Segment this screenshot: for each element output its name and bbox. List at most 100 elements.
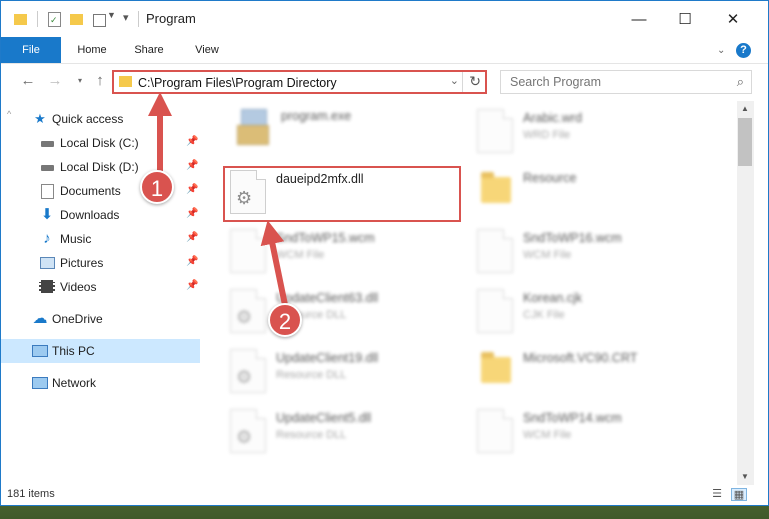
gear-icon: ⚙ — [236, 367, 253, 387]
pin-icon: 📌 — [186, 280, 199, 291]
sidebar-item-pictures[interactable]: Pictures 📌 — [1, 251, 200, 275]
gear-icon: ⚙ — [236, 307, 253, 327]
new-folder-icon[interactable] — [69, 11, 85, 27]
folder-name: Microsoft.VC90.CRT — [523, 351, 638, 365]
folder-icon — [13, 11, 29, 27]
recent-locations-icon[interactable]: ▾ — [71, 72, 89, 90]
address-text[interactable]: C:\Program Files\Program Directory — [138, 76, 337, 90]
sidebar-item-onedrive[interactable]: ☁ OneDrive — [1, 307, 200, 331]
address-divider — [462, 72, 463, 92]
details-view-icon[interactable]: ☰ — [709, 488, 725, 501]
folder-name: Resource — [523, 171, 577, 185]
search-icon[interactable]: ⌕ — [737, 74, 744, 90]
sidebar-item-this-pc[interactable]: This PC — [1, 339, 200, 363]
sidebar-item-network[interactable]: Network — [1, 371, 200, 395]
navigation-bar: ← → ▾ ↑ C:\Program Files\Program Directo… — [1, 63, 768, 101]
search-input[interactable] — [508, 74, 712, 90]
file-type: CJK File — [523, 309, 565, 321]
file-type: WCM File — [523, 429, 572, 441]
gear-icon: ⚙ — [236, 427, 253, 447]
folder-item[interactable]: Resource — [477, 169, 707, 219]
customize-icon[interactable] — [92, 11, 108, 27]
sidebar-item-label: Network — [52, 376, 97, 390]
folder-item[interactable]: Microsoft.VC90.CRT — [477, 349, 707, 399]
file-item[interactable]: ⚙ UpdateClient5.dll Resource DLL — [230, 409, 460, 459]
file-item[interactable]: Korean.cjk CJK File — [477, 289, 707, 339]
tab-view[interactable]: View — [186, 37, 228, 63]
dll-file-icon: ⚙ — [230, 409, 266, 453]
sidebar-item-music[interactable]: ♪ Music 📌 — [1, 227, 200, 251]
file-icon — [477, 229, 513, 273]
navigation-pane: ^ ★ Quick access Local Disk (C:) 📌 Local… — [1, 101, 201, 481]
properties-icon[interactable]: ✓ — [46, 11, 62, 27]
scroll-up-arrow-icon[interactable]: ▲ — [739, 103, 751, 115]
exe-icon — [237, 109, 269, 145]
cloud-icon: ☁ — [32, 310, 48, 327]
address-dropdown-icon[interactable]: ⌄ — [450, 74, 459, 87]
status-bar: 181 items ☰ ▦ — [1, 485, 768, 505]
file-name: UpdateClient63.dll — [276, 291, 379, 305]
file-list: program.exe ⚙ daueipd2mfx.dll SndToWP15.… — [201, 101, 737, 481]
file-icon — [477, 289, 513, 333]
file-item[interactable]: ⚙ UpdateClient63.dll Resource DLL — [230, 289, 460, 339]
back-arrow-icon[interactable]: ← — [19, 72, 37, 90]
sidebar-item-videos[interactable]: Videos 📌 — [1, 275, 200, 299]
scroll-thumb[interactable] — [738, 118, 752, 166]
file-item[interactable]: SndToWP14.wcm WCM File — [477, 409, 707, 459]
scroll-down-arrow-icon[interactable]: ▼ — [739, 471, 751, 483]
sidebar-item-quick-access[interactable]: ★ Quick access — [1, 107, 200, 131]
sidebar-item-label: Downloads — [60, 208, 120, 222]
pin-icon: 📌 — [186, 136, 199, 147]
address-bar[interactable]: C:\Program Files\Program Directory ⌄ ↻ — [112, 70, 487, 94]
sidebar-item-downloads[interactable]: ⬇ Downloads 📌 — [1, 203, 200, 227]
file-name: SndToWP16.wcm — [523, 231, 622, 245]
file-item[interactable]: ⚙ UpdateClient19.dll Resource DLL — [230, 349, 460, 399]
sidebar-item-label: Documents — [60, 184, 121, 198]
file-item[interactable]: program.exe — [235, 107, 465, 157]
vertical-scrollbar[interactable]: ▲ ▼ — [737, 101, 754, 485]
file-name: program.exe — [281, 109, 352, 123]
ribbon: File Home Share View ⌄ ? — [1, 37, 768, 64]
file-type: Resource DLL — [276, 429, 347, 441]
star-icon: ★ — [34, 111, 46, 126]
highlight-box — [223, 166, 461, 222]
network-icon — [32, 375, 48, 391]
videos-icon — [39, 279, 55, 295]
close-button[interactable]: ✕ — [713, 7, 753, 33]
title-divider — [138, 11, 139, 27]
folder-icon — [119, 76, 132, 87]
dll-file-icon: ⚙ — [230, 289, 266, 333]
explorer-window: ✓ ▼ ▾ Program — ☐ ✕ File Home Share View… — [0, 0, 769, 506]
refresh-icon[interactable]: ↻ — [469, 73, 481, 90]
large-icons-view-icon[interactable]: ▦ — [731, 488, 747, 501]
tab-share[interactable]: Share — [128, 37, 170, 63]
window-title: Program — [146, 11, 196, 26]
folder-icon — [481, 172, 511, 203]
pin-icon: 📌 — [186, 160, 199, 171]
dll-file-icon: ⚙ — [230, 349, 266, 393]
forward-arrow-icon[interactable]: → — [46, 72, 64, 90]
search-box[interactable]: ⌕ — [500, 70, 752, 94]
quick-access-dropdown-icon[interactable]: ▾ — [123, 11, 129, 24]
file-type: WRD File — [523, 129, 571, 141]
file-icon — [230, 229, 266, 273]
file-icon — [477, 409, 513, 453]
expand-ribbon-icon[interactable]: ⌄ — [717, 45, 725, 56]
tab-home[interactable]: Home — [71, 37, 113, 63]
file-name: SndToWP14.wcm — [523, 411, 622, 425]
maximize-button[interactable]: ☐ — [665, 7, 705, 33]
drive-icon — [39, 135, 55, 151]
file-type: WCM File — [523, 249, 572, 261]
file-item[interactable]: SndToWP16.wcm WCM File — [477, 229, 707, 279]
help-icon[interactable]: ? — [736, 43, 751, 58]
sidebar-item-label: OneDrive — [52, 312, 103, 326]
sidebar-item-local-disk-c[interactable]: Local Disk (C:) 📌 — [1, 131, 200, 155]
up-arrow-icon[interactable]: ↑ — [91, 72, 109, 90]
computer-icon — [32, 343, 48, 359]
minimize-button[interactable]: — — [619, 7, 659, 33]
file-item[interactable]: SndToWP15.wcm WCM File — [230, 229, 460, 279]
file-item[interactable]: Arabic.wrd WRD File — [477, 109, 707, 159]
tab-file[interactable]: File — [1, 37, 61, 63]
chevron-down-icon[interactable]: ▼ — [107, 10, 116, 20]
drive-icon — [39, 159, 55, 175]
